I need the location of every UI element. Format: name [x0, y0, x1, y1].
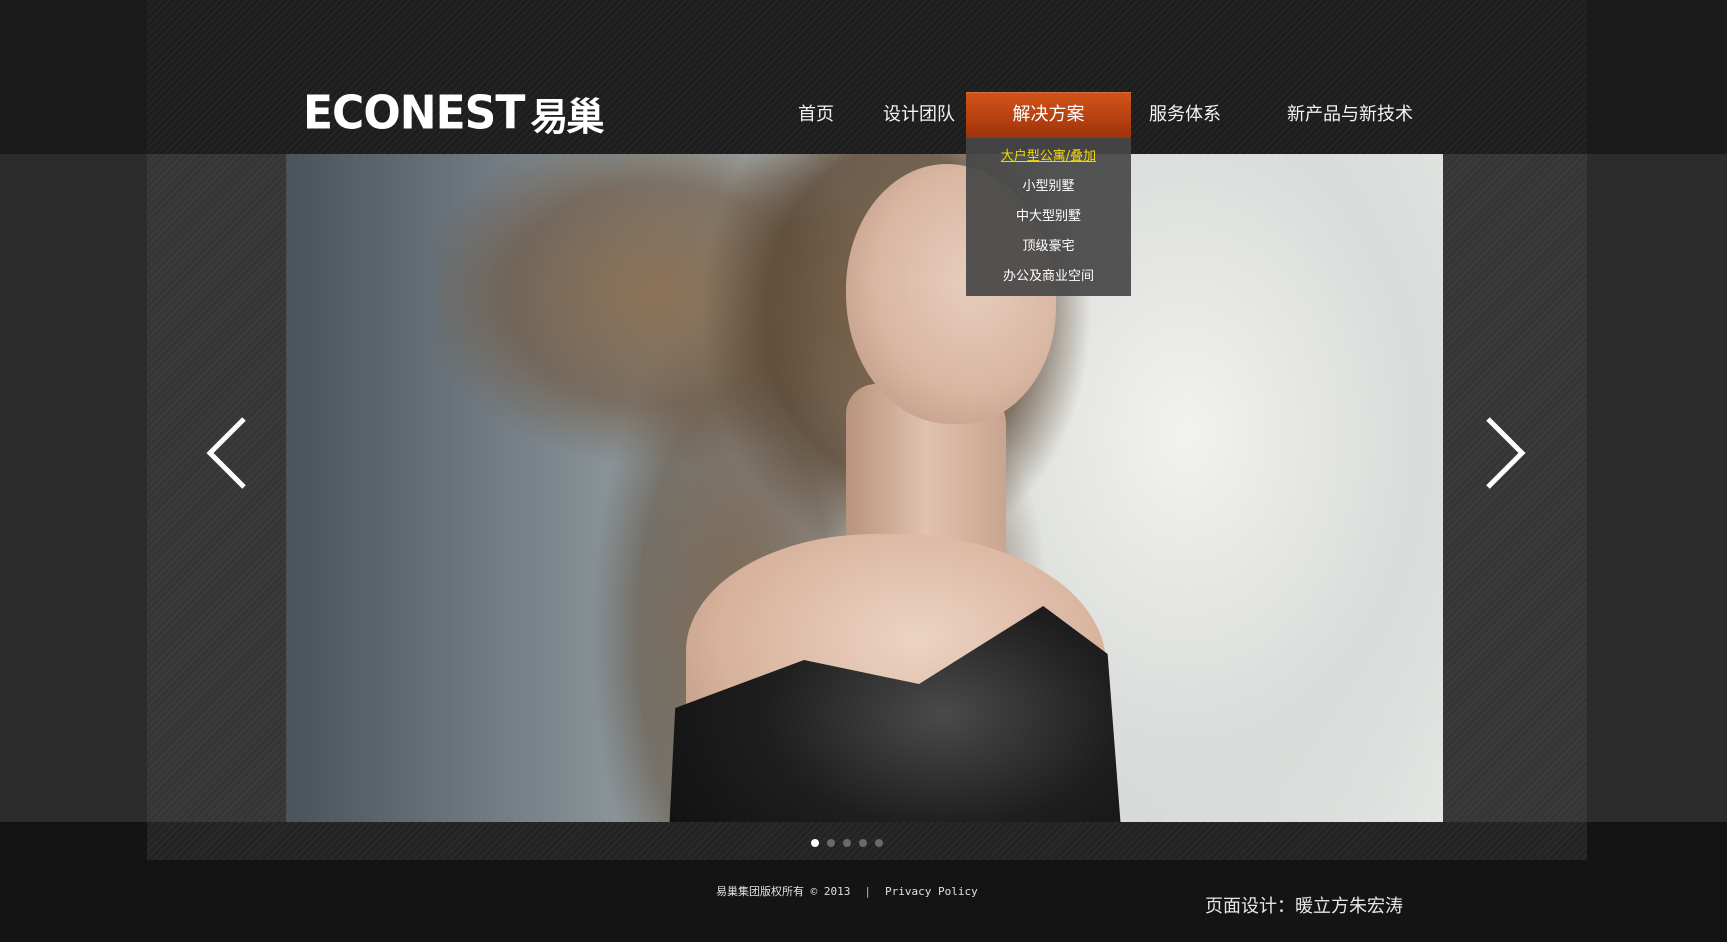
hero-image [286, 154, 1443, 822]
slider-dot-4[interactable] [859, 839, 867, 847]
page: ECONEST 易巢 首页 设计团队 解决方案 服务体系 新产品与新技术 大户型… [0, 0, 1727, 942]
designer-credit: 页面设计：暖立方朱宏涛 [1205, 896, 1403, 917]
dropdown-item-office-commercial[interactable]: 办公及商业空间 [966, 262, 1131, 292]
main-nav: 首页 设计团队 解决方案 服务体系 新产品与新技术 [0, 92, 1727, 138]
slider-dot-1[interactable] [811, 839, 819, 847]
nav-item-new-products[interactable]: 新产品与新技术 [1270, 92, 1430, 138]
nav-item-home[interactable]: 首页 [760, 92, 872, 138]
dropdown-item-small-villa[interactable]: 小型别墅 [966, 172, 1131, 202]
slider-dot-2[interactable] [827, 839, 835, 847]
dropdown-item-medium-large-villa[interactable]: 中大型别墅 [966, 202, 1131, 232]
slider-pagination [811, 839, 883, 847]
dropdown-item-large-apartment[interactable]: 大户型公寓/叠加 [966, 142, 1131, 172]
copyright-text: 易巢集团版权所有 © 2013 [716, 885, 851, 898]
slider-next-button[interactable] [1482, 415, 1528, 491]
solutions-dropdown: 大户型公寓/叠加 小型别墅 中大型别墅 顶级豪宅 办公及商业空间 [966, 138, 1131, 296]
footer-separator: | [864, 885, 871, 898]
dropdown-item-luxury-mansion[interactable]: 顶级豪宅 [966, 232, 1131, 262]
slider-prev-button[interactable] [204, 415, 250, 491]
slider-dot-3[interactable] [843, 839, 851, 847]
nav-item-design-team[interactable]: 设计团队 [872, 92, 966, 138]
privacy-policy-link[interactable]: Privacy Policy [885, 885, 978, 898]
slider-dot-5[interactable] [875, 839, 883, 847]
nav-item-solutions[interactable]: 解决方案 [966, 92, 1131, 138]
chevron-left-icon [206, 417, 246, 489]
nav-item-services[interactable]: 服务体系 [1131, 92, 1239, 138]
footer-links: 易巢集团版权所有 © 2013 | Privacy Policy [716, 883, 978, 899]
chevron-right-icon [1486, 417, 1526, 489]
